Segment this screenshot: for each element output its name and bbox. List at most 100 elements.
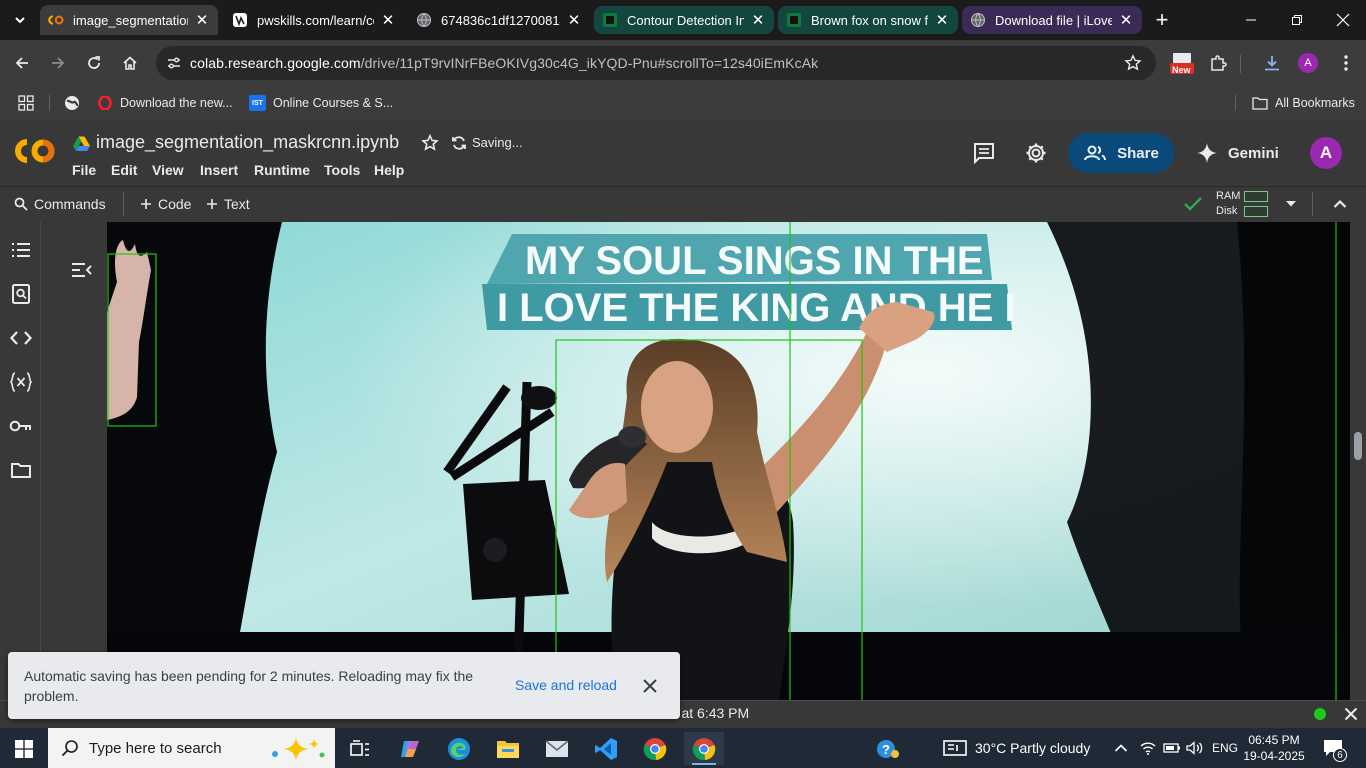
menu-runtime[interactable]: Runtime bbox=[254, 162, 310, 178]
menu-insert[interactable]: Insert bbox=[200, 162, 238, 178]
table-of-contents-icon[interactable] bbox=[8, 237, 34, 263]
home-button[interactable] bbox=[115, 48, 145, 78]
settings-button[interactable] bbox=[1024, 141, 1048, 165]
input-language[interactable]: ENG bbox=[1212, 728, 1238, 768]
scrollbar-thumb[interactable] bbox=[1354, 432, 1362, 460]
copilot-app[interactable] bbox=[390, 732, 430, 765]
back-button[interactable] bbox=[7, 48, 37, 78]
tab-search-button[interactable] bbox=[6, 6, 34, 34]
chrome-app[interactable] bbox=[635, 732, 675, 765]
address-bar[interactable]: colab.research.google.com/drive/11pT9rvI… bbox=[156, 46, 1156, 80]
runtime-dropdown-button[interactable] bbox=[1282, 196, 1300, 212]
chrome-app-active[interactable] bbox=[684, 732, 724, 765]
new-feature-button[interactable]: New bbox=[1167, 48, 1197, 78]
colab-logo[interactable] bbox=[14, 136, 56, 166]
tab-ilove[interactable]: Download file | iLove ✕ bbox=[962, 6, 1142, 34]
resource-monitor[interactable]: RAM Disk bbox=[1216, 189, 1240, 219]
add-text-button[interactable]: Text bbox=[206, 194, 250, 214]
browser-tab-strip: image_segmentation_ ✕ pwskills.com/learn… bbox=[0, 0, 1366, 40]
new-badge-label: New bbox=[1172, 65, 1191, 75]
google-drive-icon[interactable] bbox=[72, 134, 90, 152]
tab-brown-fox[interactable]: Brown fox on snow fi ✕ bbox=[778, 6, 958, 34]
clock[interactable]: 06:45 PM 19-04-2025 bbox=[1243, 728, 1304, 768]
volume-button[interactable] bbox=[1186, 728, 1204, 768]
apps-button[interactable] bbox=[18, 91, 34, 115]
all-bookmarks-button[interactable]: All Bookmarks bbox=[1252, 91, 1355, 115]
commands-button[interactable]: Commands bbox=[14, 194, 106, 214]
menu-file[interactable]: File bbox=[72, 162, 96, 178]
notebook-title[interactable]: image_segmentation_maskrcnn.ipynb bbox=[96, 132, 399, 153]
gemini-button[interactable]: Gemini bbox=[1196, 138, 1279, 168]
tab-contour-detection[interactable]: Contour Detection In ✕ bbox=[594, 6, 774, 34]
opera-icon bbox=[97, 95, 113, 111]
vscode-app[interactable] bbox=[586, 732, 626, 765]
help-app[interactable]: ? bbox=[868, 732, 908, 765]
site-info-icon[interactable] bbox=[158, 46, 190, 80]
notebook-scrollbar[interactable] bbox=[1350, 222, 1366, 700]
file-explorer-app[interactable] bbox=[488, 732, 528, 765]
extensions-button[interactable] bbox=[1203, 48, 1233, 78]
forward-button[interactable] bbox=[43, 48, 73, 78]
home-icon bbox=[123, 56, 137, 70]
add-code-button[interactable]: Code bbox=[140, 194, 191, 214]
show-hidden-icons-button[interactable] bbox=[1114, 728, 1128, 768]
weather-widget[interactable]: 30°C Partly cloudy bbox=[943, 728, 1090, 768]
share-label: Share bbox=[1117, 144, 1159, 162]
bookmark-opera[interactable]: Download the new... bbox=[97, 91, 233, 115]
taskbar-search[interactable]: Type here to search bbox=[48, 728, 335, 768]
menu-tools[interactable]: Tools bbox=[324, 162, 360, 178]
network-button[interactable] bbox=[1140, 728, 1156, 768]
tab-pwskills[interactable]: pwskills.com/learn/co ✕ bbox=[224, 6, 404, 34]
close-icon[interactable]: ✕ bbox=[934, 12, 950, 29]
tab-image-id[interactable]: 674836c1df12700814 ✕ bbox=[408, 6, 590, 34]
bookmark-star-icon[interactable] bbox=[1124, 54, 1142, 72]
star-notebook-button[interactable] bbox=[420, 133, 440, 153]
gemini-label: Gemini bbox=[1228, 144, 1279, 162]
minimize-button[interactable] bbox=[1228, 0, 1274, 40]
bookmark-globe[interactable] bbox=[64, 91, 80, 115]
url-path: /drive/11pT9rvINrFBeOKIVg30c4G_ikYQD-Pnu… bbox=[360, 55, 819, 71]
close-icon[interactable]: ✕ bbox=[750, 12, 766, 29]
start-button[interactable] bbox=[4, 732, 44, 765]
menu-help[interactable]: Help bbox=[374, 162, 404, 178]
people-icon bbox=[1084, 145, 1107, 161]
collapse-header-button[interactable] bbox=[1330, 196, 1350, 212]
tab-colab[interactable]: image_segmentation_ ✕ bbox=[40, 5, 218, 35]
edge-app[interactable] bbox=[439, 732, 479, 765]
bookmark-online-courses[interactable]: IST Online Courses & S... bbox=[249, 91, 393, 115]
secrets-key-icon[interactable] bbox=[8, 413, 34, 439]
notification-center-button[interactable]: 6 bbox=[1322, 728, 1347, 768]
restore-button[interactable] bbox=[1274, 0, 1320, 40]
find-replace-icon[interactable] bbox=[8, 281, 34, 307]
close-icon[interactable]: ✕ bbox=[194, 12, 210, 29]
mail-app[interactable] bbox=[537, 732, 577, 765]
chrome-menu-button[interactable] bbox=[1331, 48, 1361, 78]
close-status-button[interactable] bbox=[1343, 706, 1359, 722]
close-icon[interactable]: ✕ bbox=[1118, 12, 1134, 29]
share-button[interactable]: Share bbox=[1068, 133, 1174, 173]
menu-view[interactable]: View bbox=[152, 162, 184, 178]
variables-icon[interactable] bbox=[8, 369, 34, 395]
output-actions-icon[interactable] bbox=[71, 260, 93, 280]
battery-button[interactable] bbox=[1163, 728, 1181, 768]
close-icon[interactable]: ✕ bbox=[380, 12, 396, 29]
lyrics-line-2: I LOVE THE KING AND HE I bbox=[497, 286, 1016, 330]
profile-button[interactable]: A bbox=[1293, 48, 1323, 78]
minimize-icon bbox=[1246, 19, 1256, 21]
reload-button[interactable] bbox=[79, 48, 109, 78]
foreground-shadow-edge bbox=[1237, 222, 1350, 700]
downloads-button[interactable] bbox=[1257, 48, 1287, 78]
new-tab-button[interactable]: + bbox=[1148, 6, 1176, 34]
code-snippets-icon[interactable] bbox=[8, 325, 34, 351]
account-avatar[interactable]: A bbox=[1310, 137, 1342, 169]
close-icon[interactable]: ✕ bbox=[566, 12, 582, 29]
comments-button[interactable] bbox=[972, 141, 996, 165]
task-view-button[interactable] bbox=[340, 732, 380, 765]
lyrics-line-1: MY SOUL SINGS IN THE bbox=[525, 239, 984, 283]
files-folder-icon[interactable] bbox=[8, 457, 34, 483]
save-and-reload-button[interactable]: Save and reload bbox=[515, 677, 617, 693]
menu-edit[interactable]: Edit bbox=[111, 162, 137, 178]
close-window-button[interactable] bbox=[1320, 0, 1366, 40]
toast-close-button[interactable] bbox=[638, 674, 662, 698]
comment-icon bbox=[974, 143, 994, 164]
